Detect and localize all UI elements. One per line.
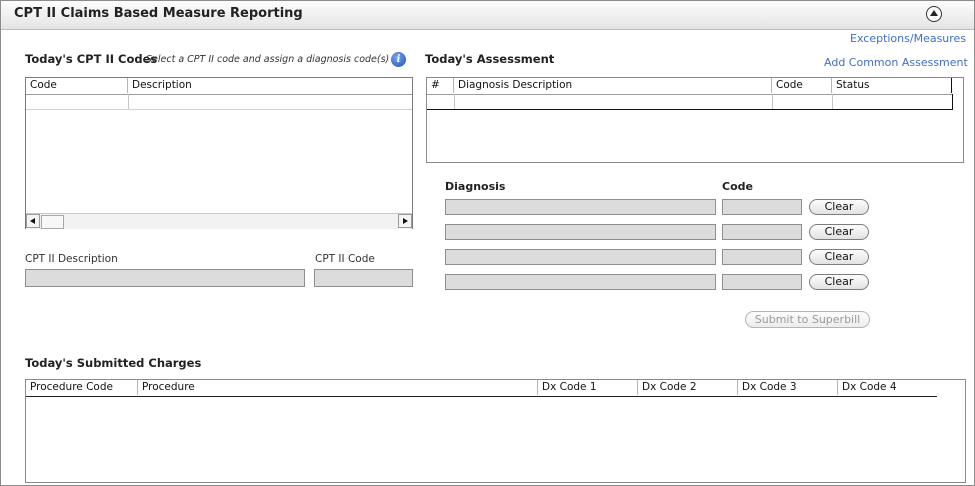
cpt-code-label: CPT II Code	[315, 253, 375, 265]
scroll-thumb[interactable]	[41, 215, 64, 229]
cpt-codes-grid-header: Code Description	[26, 78, 412, 95]
diagnosis-code-field-2[interactable]	[722, 224, 802, 240]
column-header-dx-code-1[interactable]: Dx Code 1	[538, 380, 638, 395]
horizontal-scrollbar[interactable]	[26, 213, 412, 229]
column-header-diagnosis-description[interactable]: Diagnosis Description	[454, 78, 772, 93]
cpt-code-field[interactable]	[314, 269, 413, 287]
collapse-up-icon[interactable]	[926, 6, 942, 22]
cpt-codes-heading: Today's CPT II Codes	[25, 52, 158, 66]
clear-button-1[interactable]: Clear	[809, 199, 869, 215]
assessment-grid-header: # Diagnosis Description Code Status	[427, 78, 952, 95]
cpt-description-label: CPT II Description	[25, 253, 118, 265]
diagnosis-code-field-4[interactable]	[722, 274, 802, 290]
column-header-code[interactable]: Code	[772, 78, 832, 93]
diagnosis-field-4[interactable]	[445, 274, 716, 290]
claims-measure-panel: CPT II Claims Based Measure Reporting Ex…	[0, 0, 975, 486]
assessment-heading: Today's Assessment	[425, 52, 555, 66]
panel-header: CPT II Claims Based Measure Reporting	[1, 1, 974, 30]
submitted-charges-grid-header: Procedure Code Procedure Dx Code 1 Dx Co…	[26, 380, 937, 397]
cpt-description-field[interactable]	[25, 269, 305, 287]
column-header-description[interactable]: Description	[128, 78, 412, 93]
column-header-procedure[interactable]: Procedure	[138, 380, 538, 395]
diagnosis-code-label: Code	[722, 180, 753, 193]
table-row[interactable]	[427, 94, 953, 110]
assessment-grid: # Diagnosis Description Code Status	[426, 77, 964, 163]
diagnosis-code-field-3[interactable]	[722, 249, 802, 265]
submitted-charges-grid: Procedure Code Procedure Dx Code 1 Dx Co…	[25, 379, 966, 483]
diagnosis-label: Diagnosis	[445, 180, 506, 193]
submitted-charges-heading: Today's Submitted Charges	[25, 356, 202, 370]
column-header-code[interactable]: Code	[26, 78, 128, 93]
diagnosis-field-3[interactable]	[445, 249, 716, 265]
scroll-right-icon[interactable]	[398, 214, 412, 228]
info-icon[interactable]: i	[391, 52, 406, 67]
panel-title: CPT II Claims Based Measure Reporting	[14, 6, 303, 21]
column-header-dx-code-2[interactable]: Dx Code 2	[638, 380, 738, 395]
column-header-dx-code-3[interactable]: Dx Code 3	[738, 380, 838, 395]
cpt-codes-hint: Select a CPT II code and assign a diagno…	[146, 54, 390, 65]
diagnosis-field-1[interactable]	[445, 199, 716, 215]
clear-button-4[interactable]: Clear	[809, 274, 869, 290]
column-header-status[interactable]: Status	[832, 78, 952, 93]
add-common-assessment-link[interactable]: Add Common Assessment	[824, 56, 968, 69]
clear-button-3[interactable]: Clear	[809, 249, 869, 265]
column-header-number[interactable]: #	[427, 78, 454, 93]
exceptions-measures-link[interactable]: Exceptions/Measures	[850, 32, 966, 45]
scroll-left-icon[interactable]	[26, 214, 40, 228]
diagnosis-code-field-1[interactable]	[722, 199, 802, 215]
clear-button-2[interactable]: Clear	[809, 224, 869, 240]
column-header-procedure-code[interactable]: Procedure Code	[26, 380, 138, 395]
column-header-dx-code-4[interactable]: Dx Code 4	[838, 380, 937, 395]
diagnosis-field-2[interactable]	[445, 224, 716, 240]
submit-to-superbill-button[interactable]: Submit to Superbill	[745, 311, 870, 328]
table-row[interactable]	[26, 94, 412, 110]
cpt-codes-grid: Code Description	[25, 77, 413, 229]
